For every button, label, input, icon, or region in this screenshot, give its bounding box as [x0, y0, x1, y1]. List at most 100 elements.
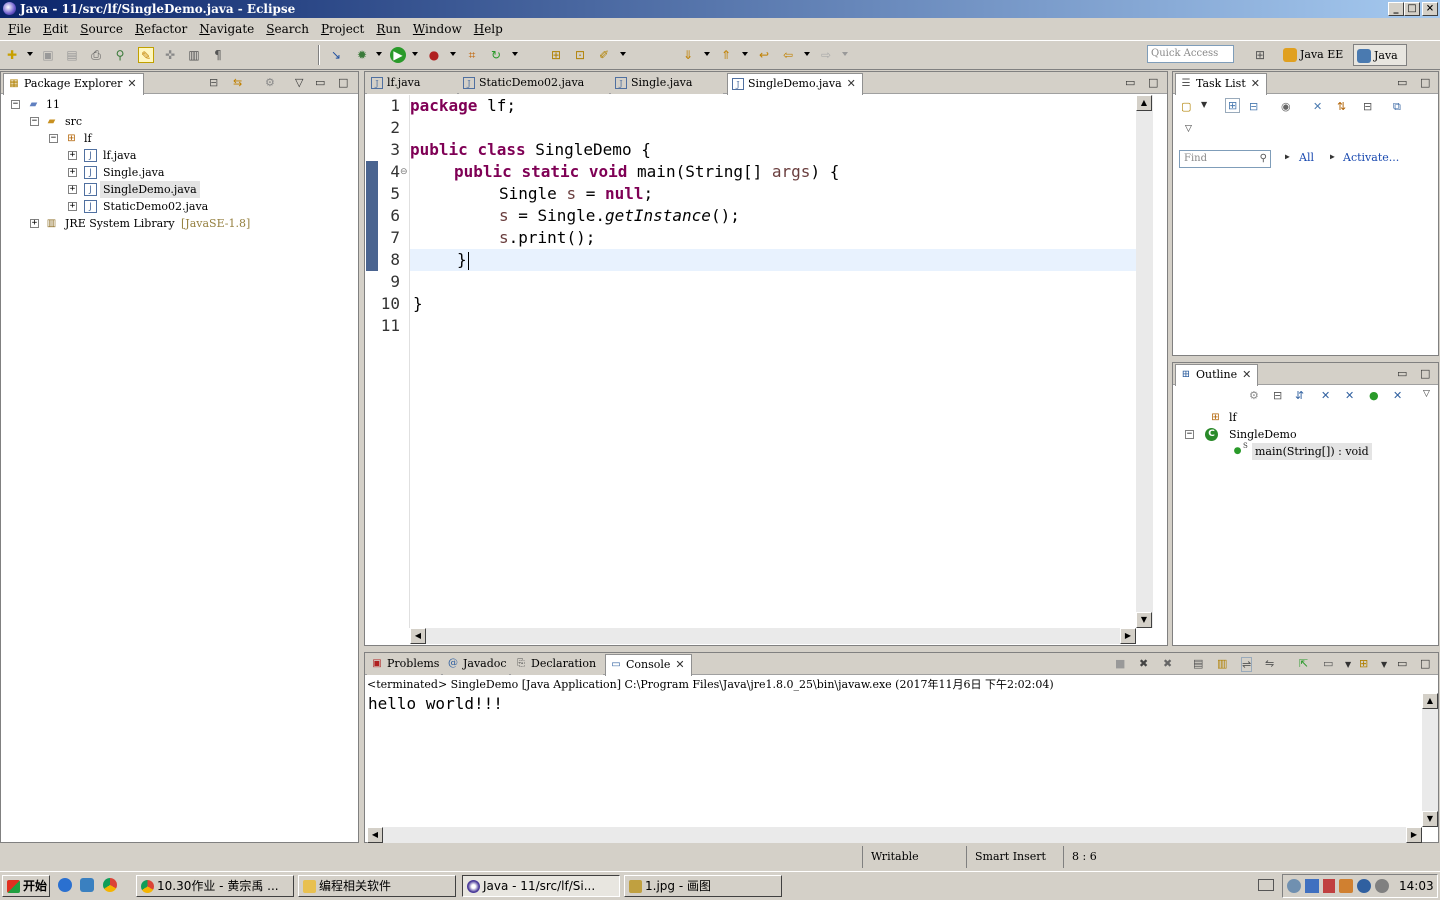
categorized-icon[interactable]: ⊞ [1225, 98, 1241, 113]
maximize-icon[interactable]: □ [1420, 76, 1430, 89]
taskbar-item-paint[interactable]: 1.jpg - 画图 [624, 875, 782, 897]
outline-item-package[interactable]: ⊞ lf [1173, 409, 1373, 426]
open-task-icon[interactable]: ✐ [596, 47, 612, 63]
hide-fields-icon[interactable]: ✕ [1321, 389, 1330, 402]
maximize-icon[interactable]: □ [1420, 657, 1430, 670]
tab-package-explorer[interactable]: ▦ Package Explorer ✕ [3, 73, 144, 95]
close-icon[interactable]: ✕ [1242, 368, 1251, 381]
open-dropdown-icon[interactable]: ▼ [1381, 660, 1387, 669]
perspective-java-ee[interactable]: Java EE [1280, 44, 1350, 66]
synchronize-icon[interactable]: ⇅ [1337, 100, 1346, 113]
display-dropdown-icon[interactable]: ▼ [1345, 660, 1351, 669]
tab-outline[interactable]: ⊞ Outline ✕ [1175, 364, 1259, 386]
maximize-icon[interactable]: □ [1148, 76, 1158, 89]
collapse-toggle-icon[interactable]: − [30, 117, 39, 126]
find-tasks-input[interactable]: Find ⚲ [1179, 150, 1271, 168]
scroll-up-icon[interactable]: ▲ [1422, 693, 1438, 709]
menu-source[interactable]: Source [74, 22, 129, 36]
taskbar-item-chrome[interactable]: 10.30作业 - 黄宗禹 ... [136, 875, 294, 897]
tree-item-file[interactable]: + J Single.java [1, 164, 201, 181]
tree-item-file[interactable]: + J StaticDemo02.java [1, 198, 221, 215]
chrome-icon[interactable] [103, 878, 117, 892]
print-icon[interactable]: ⎙ [88, 47, 104, 63]
new-task-dropdown-icon[interactable]: ▼ [1201, 100, 1207, 109]
remove-all-terminated-icon[interactable]: ✖ [1163, 657, 1172, 670]
sort-icon[interactable]: ⇵ [1295, 389, 1304, 402]
pin-console-icon[interactable]: ⇱ [1299, 657, 1308, 670]
outline-item-method-selected[interactable]: ● S main(String[]) : void [1173, 442, 1413, 460]
skip-breakpoints-icon[interactable]: ↘ [328, 47, 344, 63]
clock[interactable]: 14:03 [1399, 878, 1434, 894]
previous-annotation-dropdown-icon[interactable] [742, 52, 748, 56]
expand-toggle-icon[interactable]: + [68, 202, 77, 211]
hide-local-types-icon[interactable]: ✕ [1393, 389, 1402, 402]
scroll-left-icon[interactable]: ◀ [410, 628, 426, 644]
code-editor[interactable]: package lf; public class SingleDemo { pu… [410, 95, 1136, 628]
run-dropdown-icon[interactable] [412, 52, 418, 56]
hide-nonpublic-icon[interactable]: ● [1369, 389, 1379, 402]
tab-console[interactable]: ▭ Console ✕ [605, 654, 692, 676]
maximize-icon[interactable]: □ [338, 76, 348, 89]
tree-item-src[interactable]: − ▰ src [1, 113, 201, 130]
menu-edit[interactable]: Edit [37, 22, 74, 36]
open-perspective-icon[interactable]: ⊞ [1252, 47, 1268, 63]
open-console-icon[interactable]: ⊞ [1359, 657, 1368, 670]
scroll-right-icon[interactable]: ▶ [1406, 827, 1422, 843]
tab-declaration[interactable]: ⎘ Declaration [511, 654, 603, 675]
clear-console-icon[interactable]: ▤ [1193, 657, 1203, 670]
task-dropdown-icon[interactable] [620, 52, 626, 56]
perspective-java[interactable]: Java [1353, 44, 1407, 66]
coverage-icon[interactable]: ● [426, 47, 442, 63]
word-wrap-icon[interactable]: ⇌ [1241, 657, 1253, 672]
explorer-icon[interactable] [80, 878, 94, 892]
security-icon[interactable] [1339, 879, 1353, 893]
keyboard-icon[interactable] [1258, 879, 1274, 891]
menu-project[interactable]: Project [315, 22, 370, 36]
expand-toggle-icon[interactable]: + [68, 168, 77, 177]
tray-app-icon[interactable] [1287, 879, 1301, 893]
collapse-all-icon[interactable]: ⊟ [1273, 389, 1282, 402]
tab-staticdemo02-java[interactable]: J StaticDemo02.java [459, 73, 609, 94]
scroll-lock-icon[interactable]: ▥ [1217, 657, 1227, 670]
expand-toggle-icon[interactable]: + [68, 185, 77, 194]
expand-toggle-icon[interactable]: + [68, 151, 77, 160]
debug-dropdown-icon[interactable] [376, 52, 382, 56]
forward-dropdown-icon[interactable] [842, 52, 848, 56]
scroll-right-icon[interactable]: ▶ [1120, 628, 1136, 644]
maximize-button[interactable]: □ [1404, 2, 1420, 16]
coverage-dropdown-icon[interactable] [450, 52, 456, 56]
expand-toggle-icon[interactable]: + [30, 219, 39, 228]
quick-access-input[interactable]: Quick Access [1147, 45, 1234, 63]
tab-problems[interactable]: ▣ Problems [367, 654, 441, 675]
open-type-icon[interactable]: ⚲ [112, 47, 128, 63]
start-button[interactable]: 开始 [2, 875, 50, 897]
collapse-all-icon[interactable]: ⊟ [209, 76, 218, 89]
menu-file[interactable]: File [2, 22, 37, 36]
minimize-icon[interactable]: ▭ [1397, 367, 1407, 380]
taskbar-item-folder[interactable]: 编程相关软件 [298, 875, 456, 897]
tab-lf-java[interactable]: J lf.java [367, 73, 457, 94]
minimize-icon[interactable]: ▭ [315, 76, 325, 89]
minimize-icon[interactable]: ▭ [1397, 657, 1407, 670]
scroll-down-icon[interactable]: ▼ [1422, 811, 1438, 827]
external-tools-icon[interactable]: ⌗ [464, 47, 480, 63]
view-menu-icon[interactable]: ▽ [295, 76, 303, 89]
maximize-icon[interactable]: □ [1420, 367, 1430, 380]
editor-vertical-scrollbar[interactable]: ▲ ▼ [1136, 95, 1153, 628]
previous-annotation-icon[interactable]: ⇑ [718, 47, 734, 63]
hide-completed-icon[interactable]: ✕ [1313, 100, 1322, 113]
scheduled-icon[interactable]: ⊟ [1249, 100, 1258, 113]
back-dropdown-icon[interactable] [804, 52, 810, 56]
task-repositories-icon[interactable]: ⧉ [1393, 100, 1401, 114]
forward-icon[interactable]: ⇨ [818, 47, 834, 63]
new-task-icon[interactable]: ▢ [1181, 100, 1191, 113]
tree-item-jre-library[interactable]: + ▥ JRE System Library [JavaSE-1.8] [1, 215, 281, 232]
focus-active-task-icon[interactable]: ⚙ [1249, 389, 1259, 402]
save-all-icon[interactable]: ▤ [64, 47, 80, 63]
run-icon[interactable]: ▶ [390, 47, 406, 63]
console-horizontal-scrollbar[interactable]: ◀ ▶ [367, 827, 1422, 843]
taskbar-item-eclipse[interactable]: Java - 11/src/lf/Si... [462, 875, 620, 897]
next-annotation-icon[interactable]: ⇓ [680, 47, 696, 63]
terminate-icon[interactable]: ■ [1115, 657, 1125, 670]
network-icon[interactable] [1305, 879, 1319, 893]
